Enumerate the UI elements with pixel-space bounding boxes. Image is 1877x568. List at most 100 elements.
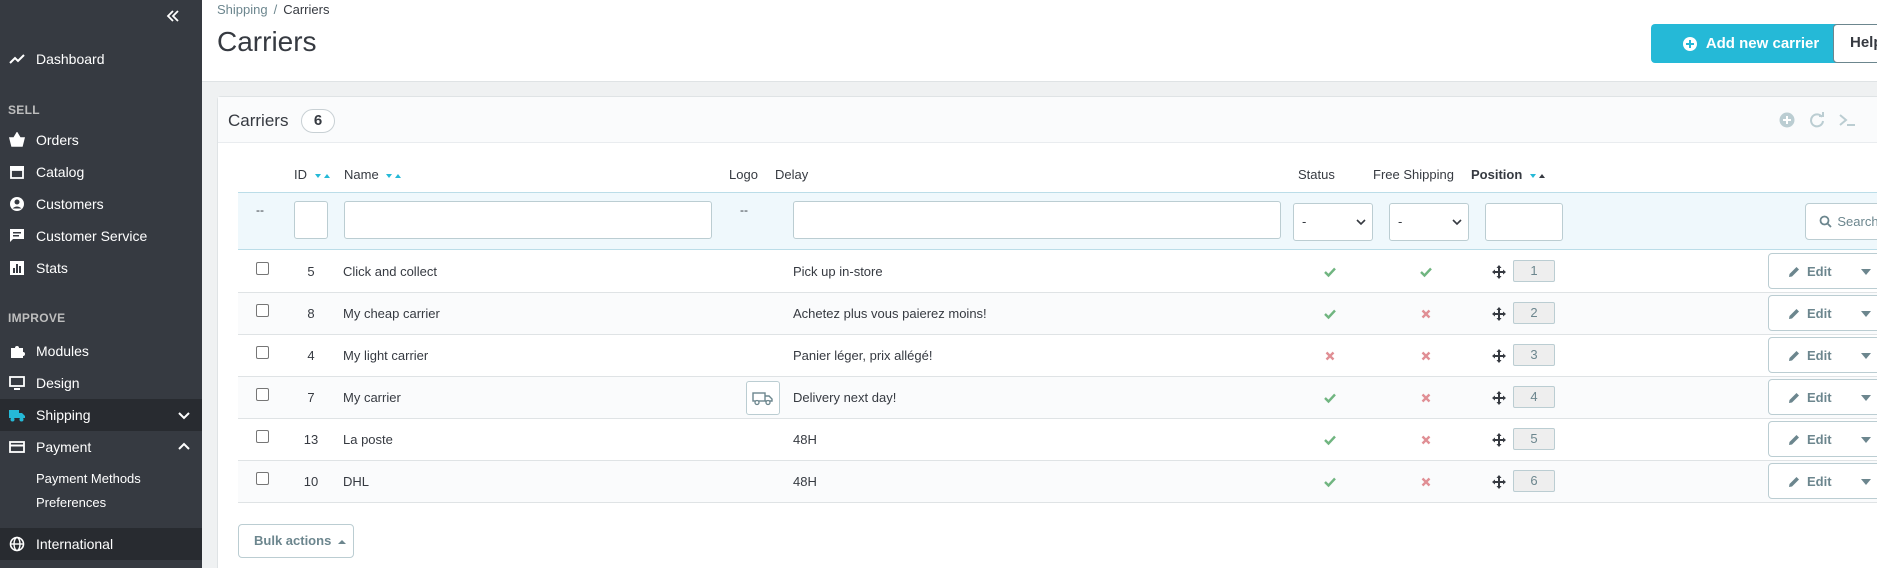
drag-handle-icon[interactable] [1492,433,1506,447]
refresh-icon[interactable] [1808,111,1826,129]
truck-icon [8,406,26,424]
sort-arrows-icon[interactable] [1529,172,1547,180]
edit-button[interactable]: Edit [1768,379,1877,415]
monitor-icon [8,374,26,392]
carrier-delay: 48H [793,474,817,489]
edit-button[interactable]: Edit [1768,295,1877,331]
free-shipping-cross-icon[interactable] [1419,349,1433,363]
column-header-name[interactable]: Name [344,167,403,182]
table-row[interactable]: 7 My carrier Delivery next day! 4 Edit [238,377,1877,419]
sidebar-item-design[interactable]: Design [0,367,202,399]
filter-delay-input[interactable] [793,201,1281,239]
drag-handle-icon[interactable] [1492,349,1506,363]
position-value: 2 [1513,302,1555,324]
caret-down-icon[interactable] [1861,394,1871,402]
table-row[interactable]: 8 My cheap carrier Achetez plus vous paier… [238,293,1877,335]
caret-down-icon[interactable] [1861,352,1871,360]
drag-handle-icon[interactable] [1492,475,1506,489]
status-disabled-cross-icon[interactable] [1323,349,1337,363]
sidebar-item-stats[interactable]: Stats [0,252,202,284]
row-checkbox[interactable] [256,388,269,401]
edit-button[interactable]: Edit [1768,421,1877,457]
bulk-actions-button[interactable]: Bulk actions [238,524,354,558]
breadcrumb-link-shipping[interactable]: Shipping [217,2,268,17]
status-enabled-check-icon[interactable] [1323,475,1337,489]
free-shipping-cross-icon[interactable] [1419,433,1433,447]
column-header-logo: Logo [729,167,758,182]
caret-down-icon[interactable] [1861,478,1871,486]
sidebar-item-payment[interactable]: Payment [0,431,202,463]
status-enabled-check-icon[interactable] [1323,433,1337,447]
sidebar-subitem-payment-methods[interactable]: Payment Methods [36,471,141,486]
row-checkbox[interactable] [256,262,269,275]
search-button[interactable]: Search [1805,203,1877,240]
filter-id-input[interactable] [294,201,328,239]
sidebar-item-shipping[interactable]: Shipping [0,399,202,431]
edit-button[interactable]: Edit [1768,337,1877,373]
sidebar-item-customer-service[interactable]: Customer Service [0,220,202,252]
carrier-id: 10 [303,474,319,489]
column-header-id[interactable]: ID [294,167,332,182]
caret-down-icon[interactable] [1861,268,1871,276]
sidebar-item-orders[interactable]: Orders [0,124,202,156]
sidebar-item-label: Payment [36,439,92,455]
sidebar-item-modules[interactable]: Modules [0,335,202,367]
add-circle-icon[interactable] [1778,111,1796,129]
breadcrumb-current: Carriers [283,2,330,17]
status-enabled-check-icon[interactable] [1323,265,1337,279]
caret-down-icon[interactable] [1861,310,1871,318]
status-enabled-check-icon[interactable] [1323,307,1337,321]
edit-button[interactable]: Edit [1768,253,1877,289]
caret-up-icon [337,540,346,544]
row-checkbox[interactable] [256,346,269,359]
table-row[interactable]: 4 My light carrier Panier léger, prix allé… [238,335,1877,377]
edit-button-label: Edit [1807,432,1832,447]
row-checkbox[interactable] [256,304,269,317]
pencil-icon [1789,435,1799,445]
edit-button-label: Edit [1807,474,1832,489]
sidebar-item-customers[interactable]: Customers [0,188,202,220]
drag-handle-icon[interactable] [1492,265,1506,279]
collapse-sidebar-icon[interactable] [162,6,182,26]
terminal-icon[interactable] [1838,111,1856,129]
sidebar-section-improve: IMPROVE [8,311,66,325]
free-shipping-cross-icon[interactable] [1419,307,1433,321]
edit-button[interactable]: Edit [1768,463,1877,499]
free-shipping-cross-icon[interactable] [1419,391,1433,405]
sidebar-item-label: Customer Service [36,228,148,244]
filter-position-input[interactable] [1485,203,1563,241]
row-checkbox[interactable] [256,430,269,443]
sidebar-section-sell: SELL [8,103,40,117]
sidebar-item-international[interactable]: International [0,528,202,560]
sidebar-subitem-preferences[interactable]: Preferences [36,495,106,510]
table-row[interactable]: 5 Click and collect Pick up in-store 1 Edit [238,251,1877,293]
help-button[interactable]: Help [1833,24,1877,63]
sidebar-item-catalog[interactable]: Catalog [0,156,202,188]
column-header-label: ID [294,167,307,182]
credit-card-icon [8,438,26,456]
row-checkbox[interactable] [256,472,269,485]
sort-arrows-icon[interactable] [314,172,332,180]
drag-handle-icon[interactable] [1492,307,1506,321]
add-circle-icon [1682,36,1698,52]
carrier-id: 5 [307,264,315,279]
sidebar-item-dashboard[interactable]: Dashboard [0,43,202,75]
carrier-name: My cheap carrier [343,306,440,321]
sort-arrows-icon[interactable] [385,172,403,180]
free-shipping-check-icon[interactable] [1419,265,1433,279]
filter-free-shipping-select[interactable]: - [1389,203,1469,241]
sidebar-item-label: Modules [36,343,89,359]
table-row[interactable]: 10 DHL 48H 6 Edit [238,461,1877,503]
table-row[interactable]: 13 La poste 48H 5 Edit [238,419,1877,461]
column-header-position[interactable]: Position [1471,167,1547,182]
panel-toolbar [1778,111,1856,129]
caret-down-icon[interactable] [1861,436,1871,444]
filter-name-input[interactable] [344,201,712,239]
free-shipping-cross-icon[interactable] [1419,475,1433,489]
chevron-down-icon [1356,219,1366,226]
drag-handle-icon[interactable] [1492,391,1506,405]
filter-status-select[interactable]: - [1293,203,1373,241]
add-new-carrier-button[interactable]: Add new carrier [1651,24,1850,63]
status-enabled-check-icon[interactable] [1323,391,1337,405]
account-circle-icon [8,195,26,213]
